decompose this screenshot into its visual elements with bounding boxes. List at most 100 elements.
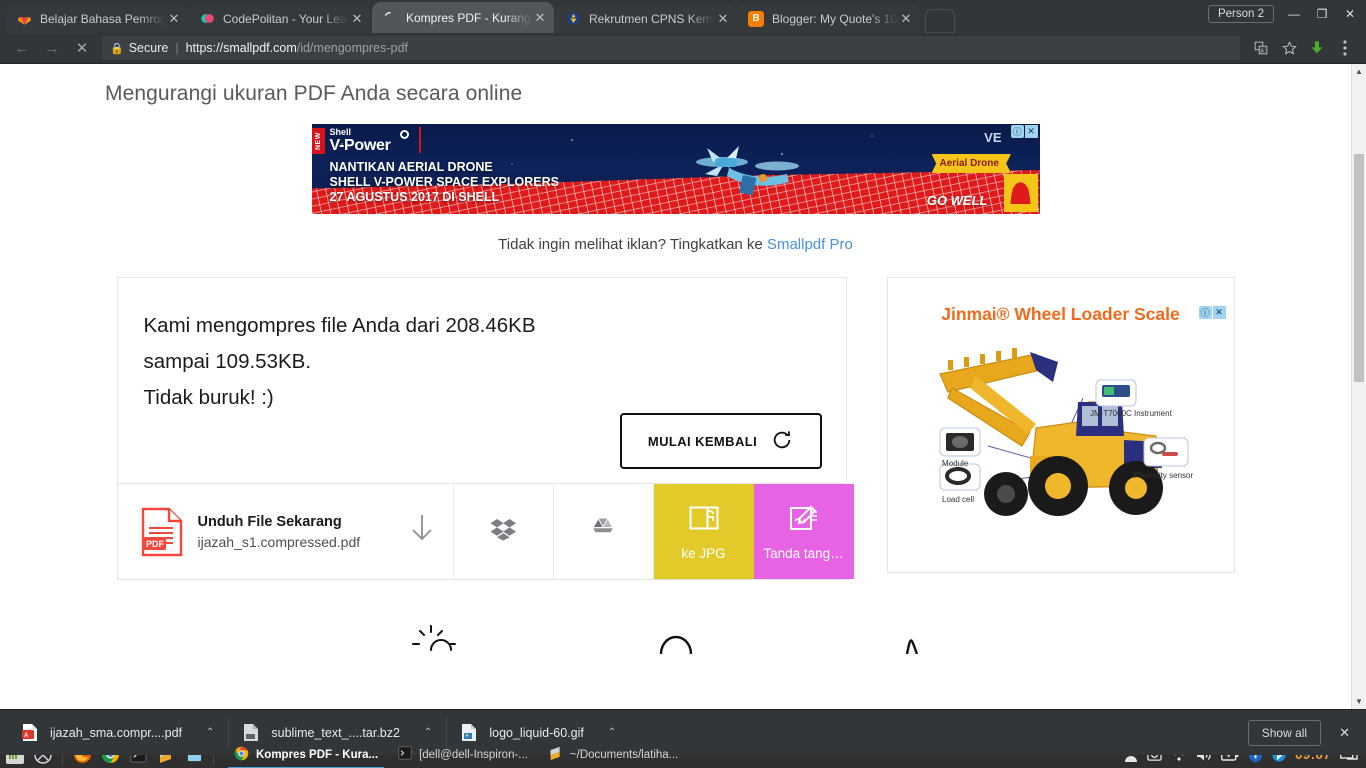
profile-chip[interactable]: Person 2 <box>1207 4 1274 23</box>
side-ad-adchoices: ⓘ ✕ <box>1198 306 1226 319</box>
image-file-icon <box>461 723 479 743</box>
minimize-button[interactable]: — <box>1282 3 1306 24</box>
close-window-button[interactable]: ✕ <box>1338 3 1362 24</box>
forward-button[interactable]: → <box>38 36 66 60</box>
go-well-tagline: GO WELL <box>926 193 988 208</box>
save-to-dropbox-button[interactable] <box>454 484 554 579</box>
banner-ad-container: NEW Shell V-Power NANTIKAN AERIAL DRONE … <box>0 124 1351 214</box>
save-to-google-drive-button[interactable] <box>554 484 654 579</box>
pdf-file-icon: PDF <box>140 507 184 557</box>
maximize-button[interactable]: ❐ <box>1310 3 1334 24</box>
browser-tab-1[interactable]: CodePolitan - Your Lear ✕ <box>189 4 371 33</box>
vpower-dot-icon <box>399 130 409 139</box>
scroll-up-arrow-icon[interactable]: ▲ <box>1352 64 1366 79</box>
browser-tab-4[interactable]: B Blogger: My Quote's 10 ✕ <box>738 4 920 33</box>
show-all-downloads-button[interactable]: Show all <box>1247 719 1322 746</box>
banner-headline: NANTIKAN AERIAL DRONE SHELL V-POWER SPAC… <box>330 160 559 204</box>
shelf-item-0[interactable]: A ijazah_sma.compr....pdf ⌃ <box>8 717 230 748</box>
shelf-item-menu-icon-0[interactable]: ⌃ <box>192 727 222 738</box>
svg-text:JM-T7000C Instrument: JM-T7000C Instrument <box>1090 409 1173 418</box>
download-filename: ijazah_s1.compressed.pdf <box>197 533 361 550</box>
result-line-1: Kami mengompres file Anda dari 208.46KB <box>143 314 536 337</box>
taskbar-window-1[interactable]: [dell@dell-Inspiron-... <box>388 742 538 768</box>
garuda-icon <box>565 11 581 27</box>
chrome-menu-icon[interactable] <box>1332 36 1358 60</box>
down-arrow-icon[interactable] <box>409 513 435 550</box>
side-adchoices-close-icon[interactable]: ✕ <box>1212 306 1226 319</box>
page-viewport: Mengurangi ukuran PDF Anda secara online… <box>0 64 1366 709</box>
shelf-item-menu-icon-2[interactable]: ⌃ <box>594 727 624 738</box>
ad-note-text: Tidak ingin melihat iklan? Tingkatkan ke <box>498 236 767 253</box>
vpower-wordmark: V-Power <box>329 137 391 154</box>
shell-banner-ad[interactable]: NEW Shell V-Power NANTIKAN AERIAL DRONE … <box>311 124 1040 214</box>
taskbar-window-2[interactable]: ~/Documents/latiha... <box>538 742 688 768</box>
restart-button-label: MULAI KEMBALI <box>647 433 758 449</box>
browser-tab-title-1: CodePolitan - Your Lear <box>223 11 349 26</box>
browser-tab-3[interactable]: Rekrutmen CPNS Keme ✕ <box>555 4 737 33</box>
side-adchoices-info-icon[interactable]: ⓘ <box>1198 306 1212 319</box>
terminal-icon <box>398 746 412 763</box>
refresh-icon <box>771 429 793 454</box>
omnibox-separator: | <box>175 41 179 55</box>
browser-tab-title-3: Rekrutmen CPNS Keme <box>589 11 715 26</box>
security-label: Secure <box>128 41 169 55</box>
bookmark-star-icon[interactable] <box>1276 36 1302 60</box>
slash-icon <box>881 614 941 654</box>
tab-close-icon-2[interactable]: ✕ <box>532 10 548 26</box>
adchoices-info-icon[interactable]: ⓘ <box>1010 125 1024 138</box>
tab-close-icon-0[interactable]: ✕ <box>166 11 182 27</box>
smallpdf-pro-link[interactable]: Smallpdf Pro <box>767 236 853 253</box>
restart-button[interactable]: MULAI KEMBALI <box>619 413 822 469</box>
tab-close-icon-4[interactable]: ✕ <box>898 11 914 27</box>
side-ad-title: Jinmai® Wheel Loader Scale <box>941 304 1180 324</box>
google-drive-icon <box>590 517 616 546</box>
shelf-item-menu-icon-1[interactable]: ⌃ <box>410 727 440 738</box>
scroll-down-arrow-icon[interactable]: ▼ <box>1352 694 1366 709</box>
pdf-file-icon: A <box>22 723 40 743</box>
svg-text:Load cell: Load cell <box>942 495 974 504</box>
browser-tab-0[interactable]: Belajar Bahasa Pemrog ✕ <box>6 4 188 33</box>
svg-text:Proximity sensor: Proximity sensor <box>1134 471 1193 480</box>
scrollbar-thumb[interactable] <box>1354 154 1364 382</box>
new-tab-button[interactable] <box>925 9 955 33</box>
shell-wordmark: Shell <box>329 127 352 137</box>
signature-icon <box>789 503 819 538</box>
address-bar[interactable]: 🔒 Secure | https:// smallpdf.com /id/men… <box>102 36 1240 60</box>
download-title: Unduh File Sekarang <box>197 513 342 530</box>
browser-tab-2[interactable]: Kompres PDF - Kurangi ✕ <box>372 2 554 33</box>
window-controls: Person 2 — ❐ ✕ <box>1207 3 1362 24</box>
page-title: Mengurangi ukuran PDF Anda secara online <box>105 82 523 105</box>
shelf-right-controls: Show all ✕ <box>1247 719 1358 746</box>
adchoices-close-icon[interactable]: ✕ <box>1024 125 1038 138</box>
svg-text:A: A <box>1260 49 1264 55</box>
tab-close-icon-3[interactable]: ✕ <box>715 11 731 27</box>
taskbar-window-title-0: Kompres PDF - Kura... <box>256 748 379 761</box>
vertical-scrollbar[interactable]: ▲ ▼ <box>1351 64 1366 709</box>
tab-close-icon-1[interactable]: ✕ <box>349 11 365 27</box>
ad-upgrade-note: Tidak ingin melihat iklan? Tingkatkan ke… <box>0 236 1351 253</box>
to-jpg-icon <box>689 503 719 538</box>
sign-label: Tanda tang… <box>763 545 844 561</box>
stop-loading-button[interactable]: ✕ <box>68 36 96 60</box>
downloads-icon[interactable] <box>1304 36 1330 60</box>
dropbox-icon <box>490 517 516 546</box>
svg-text:Module: Module <box>942 459 969 468</box>
close-shelf-icon[interactable]: ✕ <box>1331 725 1358 741</box>
shelf-item-name-0: ijazah_sma.compr....pdf <box>50 725 183 740</box>
sublime-text-icon <box>548 746 563 764</box>
side-ad[interactable]: Jinmai® Wheel Loader Scale ⓘ ✕ JM-T7000C… <box>886 277 1235 573</box>
translate-icon[interactable]: A <box>1248 36 1274 60</box>
blogger-icon: B <box>748 10 764 27</box>
chrome-icon <box>234 746 249 764</box>
taskbar-window-0[interactable]: Kompres PDF - Kura... <box>224 742 388 768</box>
back-button[interactable]: ← <box>8 36 36 60</box>
convert-to-jpg-button[interactable]: ke JPG <box>653 484 754 579</box>
page-content: Mengurangi ukuran PDF Anda secara online… <box>0 64 1351 654</box>
download-file-button[interactable]: PDF Unduh File Sekarang ijazah_s1.compre… <box>118 484 454 579</box>
main-columns: Kami mengompres file Anda dari 208.46KB … <box>0 277 1351 580</box>
sign-document-button[interactable]: Tanda tang… <box>753 484 854 579</box>
archive-file-icon <box>243 723 261 743</box>
banner-headline-line3: 27 AGUSTUS 2017 DI SHELL <box>329 189 500 204</box>
browser-window: Belajar Bahasa Pemrog ✕ CodePolitan - Yo… <box>0 0 1366 755</box>
to-jpg-label: ke JPG <box>681 545 726 561</box>
